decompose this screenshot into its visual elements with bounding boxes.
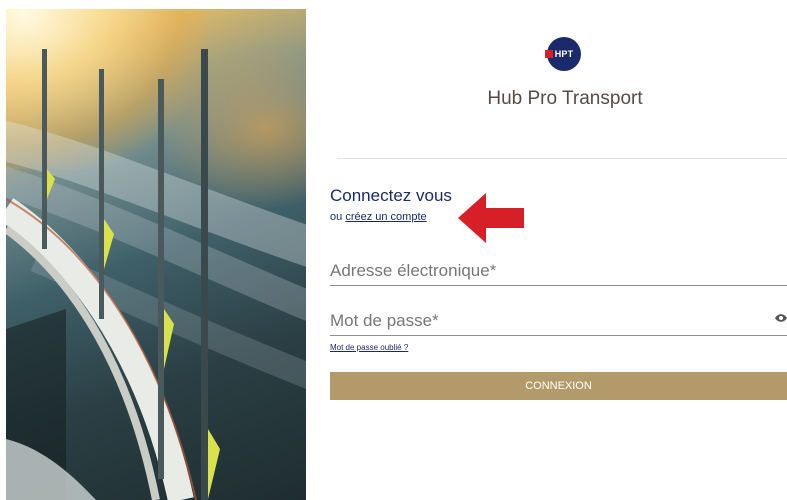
- logo-flag-icon: [545, 50, 553, 58]
- left-arrow-icon: [458, 193, 524, 243]
- email-placeholder: Adresse électronique*: [330, 260, 497, 280]
- eye-icon[interactable]: [775, 313, 787, 323]
- hero-image: [6, 9, 306, 500]
- header-divider: [337, 158, 787, 159]
- hpt-logo: HPT: [545, 37, 581, 73]
- login-button[interactable]: CONNEXION: [330, 372, 787, 400]
- app-title: Hub Pro Transport: [487, 88, 643, 109]
- forgot-password-link[interactable]: Mot de passe oublié ?: [330, 343, 408, 352]
- bridge-illustration: [6, 49, 306, 500]
- create-prefix: ou: [330, 211, 343, 223]
- email-field[interactable]: Adresse électronique*: [330, 256, 787, 286]
- password-field[interactable]: Mot de passe*: [330, 306, 787, 336]
- create-account-line: ou créez un compte: [330, 211, 427, 223]
- create-account-link[interactable]: créez un compte: [345, 211, 426, 223]
- login-heading: Connectez vous: [330, 186, 452, 205]
- password-placeholder: Mot de passe*: [330, 310, 439, 330]
